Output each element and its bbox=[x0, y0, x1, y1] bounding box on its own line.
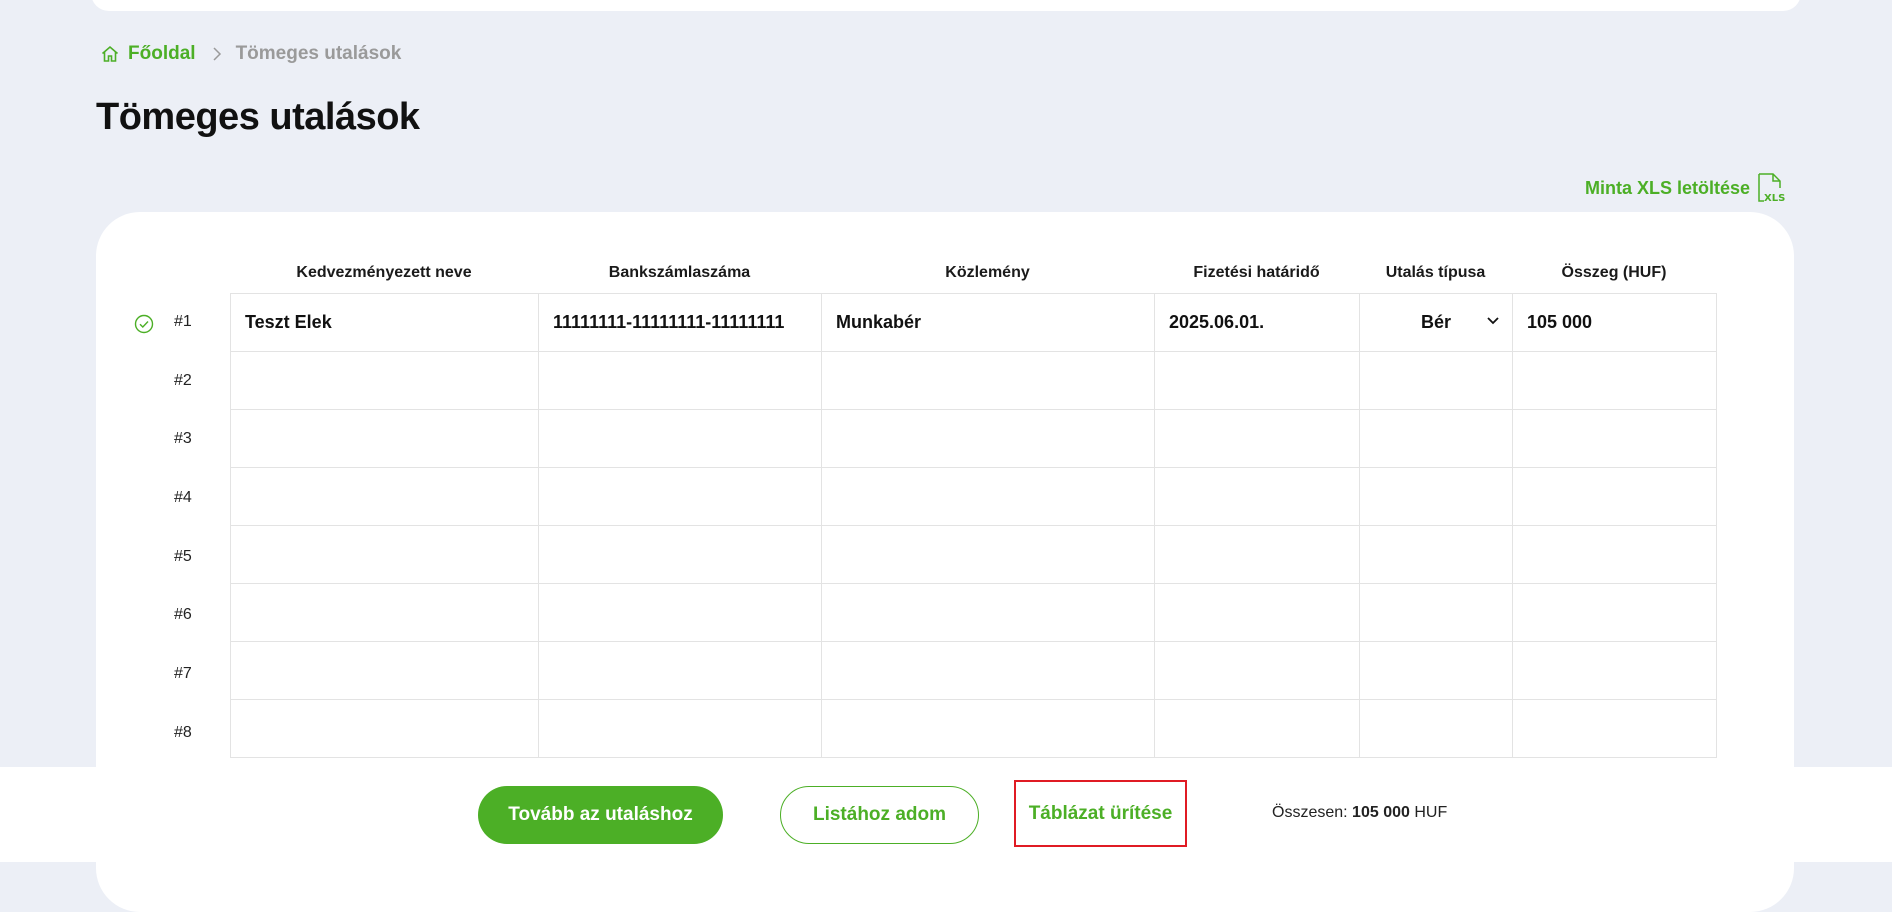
deadline-cell[interactable] bbox=[1155, 584, 1360, 642]
note-cell[interactable] bbox=[822, 700, 1155, 758]
name-cell[interactable] bbox=[231, 584, 539, 642]
col-header-note: Közlemény bbox=[945, 264, 1030, 281]
row-number: #4 bbox=[174, 489, 192, 506]
note-cell[interactable] bbox=[822, 410, 1155, 468]
deadline-cell[interactable]: 2025.06.01. bbox=[1155, 294, 1360, 352]
name-cell[interactable] bbox=[231, 410, 539, 468]
type-select-value: Bér bbox=[1420, 312, 1451, 332]
note-cell[interactable] bbox=[822, 584, 1155, 642]
account-cell[interactable]: 11111111-11111111-11111111 bbox=[539, 294, 822, 352]
account-cell[interactable] bbox=[539, 700, 822, 758]
total-label: Összesen: bbox=[1272, 804, 1348, 821]
amount-cell[interactable]: 105 000 bbox=[1513, 294, 1717, 352]
note-cell[interactable] bbox=[822, 468, 1155, 526]
svg-text:XLS: XLS bbox=[1764, 193, 1785, 204]
type-cell[interactable] bbox=[1360, 642, 1513, 700]
chevron-down-icon bbox=[1487, 317, 1499, 325]
amount-cell[interactable] bbox=[1513, 468, 1717, 526]
table-row bbox=[231, 410, 1717, 468]
table-row bbox=[231, 352, 1717, 410]
breadcrumb-current: Tömeges utalások bbox=[235, 43, 402, 64]
row-number: #6 bbox=[174, 606, 192, 623]
account-cell[interactable] bbox=[539, 352, 822, 410]
account-cell[interactable] bbox=[539, 526, 822, 584]
row-number: #3 bbox=[174, 430, 192, 447]
col-header-deadline: Fizetési határidő bbox=[1193, 264, 1320, 281]
top-card bbox=[91, 0, 1801, 11]
account-cell[interactable] bbox=[539, 468, 822, 526]
note-cell[interactable] bbox=[822, 526, 1155, 584]
name-cell[interactable]: Teszt Elek bbox=[231, 294, 539, 352]
col-header-account: Bankszámlaszáma bbox=[608, 264, 751, 281]
amount-cell[interactable] bbox=[1513, 410, 1717, 468]
table-row bbox=[231, 468, 1717, 526]
amount-cell[interactable] bbox=[1513, 700, 1717, 758]
account-cell[interactable] bbox=[539, 584, 822, 642]
name-cell[interactable] bbox=[231, 526, 539, 584]
table-row bbox=[231, 642, 1717, 700]
col-header-amount: Összeg (HUF) bbox=[1561, 264, 1667, 281]
breadcrumb-home-label[interactable]: Főoldal bbox=[128, 43, 196, 65]
row-number: #5 bbox=[174, 548, 192, 565]
deadline-cell[interactable] bbox=[1155, 642, 1360, 700]
col-header-name: Kedvezményezett neve bbox=[296, 264, 472, 281]
note-cell[interactable] bbox=[822, 352, 1155, 410]
row-number: #2 bbox=[174, 372, 192, 389]
account-cell[interactable] bbox=[539, 410, 822, 468]
total-summary: Összesen: 105 000 HUF bbox=[1272, 804, 1447, 822]
home-icon bbox=[101, 45, 119, 62]
page-title: Tömeges utalások bbox=[96, 96, 420, 138]
note-cell[interactable] bbox=[822, 642, 1155, 700]
total-value: 105 000 bbox=[1352, 804, 1410, 821]
amount-cell[interactable] bbox=[1513, 352, 1717, 410]
breadcrumb: Főoldal Tömeges utalások bbox=[100, 41, 401, 67]
deadline-cell[interactable] bbox=[1155, 468, 1360, 526]
total-currency: HUF bbox=[1414, 804, 1448, 821]
table-row bbox=[231, 584, 1717, 642]
type-cell[interactable] bbox=[1360, 700, 1513, 758]
col-header-type: Utalás típusa bbox=[1385, 264, 1486, 281]
download-xls-label[interactable]: Minta XLS letöltése bbox=[1585, 178, 1750, 199]
transfer-table: Teszt Elek 11111111-11111111-11111111 Mu… bbox=[230, 293, 1717, 758]
type-select[interactable]: Bér bbox=[1360, 294, 1513, 352]
deadline-cell[interactable] bbox=[1155, 410, 1360, 468]
clear-table-button[interactable]: Táblázat ürítése bbox=[1014, 780, 1187, 847]
type-cell[interactable] bbox=[1360, 526, 1513, 584]
check-circle-icon bbox=[134, 314, 154, 334]
chevron-right-icon bbox=[212, 46, 222, 62]
type-cell[interactable] bbox=[1360, 352, 1513, 410]
name-cell[interactable] bbox=[231, 700, 539, 758]
type-cell[interactable] bbox=[1360, 468, 1513, 526]
download-xls-link[interactable]: Minta XLS letöltése XLS bbox=[1585, 172, 1786, 204]
row-number: #7 bbox=[174, 665, 192, 682]
table-row bbox=[231, 700, 1717, 758]
add-to-list-button[interactable]: Listához adom bbox=[780, 786, 979, 844]
amount-cell[interactable] bbox=[1513, 526, 1717, 584]
deadline-cell[interactable] bbox=[1155, 700, 1360, 758]
note-cell[interactable]: Munkabér bbox=[822, 294, 1155, 352]
type-cell[interactable] bbox=[1360, 584, 1513, 642]
type-cell[interactable] bbox=[1360, 410, 1513, 468]
row-number: #8 bbox=[174, 724, 192, 741]
name-cell[interactable] bbox=[231, 642, 539, 700]
xls-file-icon: XLS bbox=[1758, 173, 1785, 204]
table-row bbox=[231, 526, 1717, 584]
deadline-cell[interactable] bbox=[1155, 526, 1360, 584]
row-number: #1 bbox=[174, 313, 192, 330]
account-cell[interactable] bbox=[539, 642, 822, 700]
breadcrumb-home[interactable]: Főoldal bbox=[100, 43, 196, 65]
table-row: Teszt Elek 11111111-11111111-11111111 Mu… bbox=[231, 294, 1717, 352]
name-cell[interactable] bbox=[231, 352, 539, 410]
amount-cell[interactable] bbox=[1513, 584, 1717, 642]
amount-cell[interactable] bbox=[1513, 642, 1717, 700]
continue-to-transfer-button[interactable]: Tovább az utaláshoz bbox=[478, 786, 723, 844]
deadline-cell[interactable] bbox=[1155, 352, 1360, 410]
name-cell[interactable] bbox=[231, 468, 539, 526]
